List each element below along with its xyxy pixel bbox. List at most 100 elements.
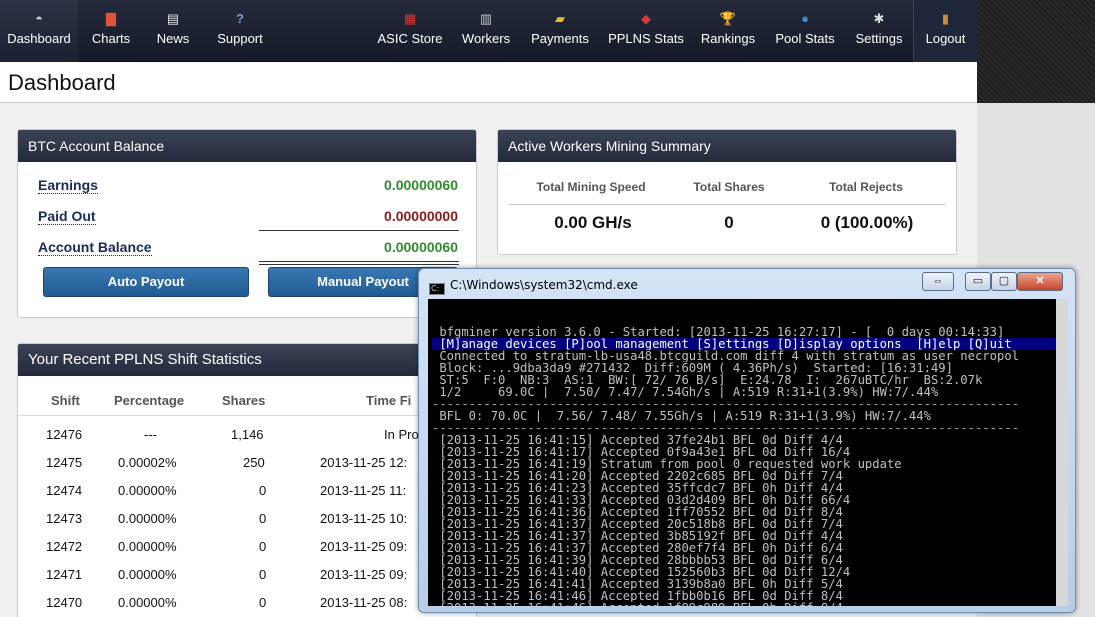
- total-rejects-header: Total Rejects: [829, 180, 903, 194]
- workers-summary-panel: Active Workers Mining Summary Total Mini…: [497, 129, 957, 255]
- nav-pplns-stats-label: PPLNS Stats: [608, 31, 684, 46]
- terminal-line: [2013-11-25 16:41:33] Accepted 03d2d409 …: [432, 494, 851, 506]
- terminal-line: [M]anage devices [P]ool management [S]et…: [432, 338, 1068, 350]
- account-balance-value: 0.00000060: [384, 239, 458, 255]
- time-cell: 2013-11-25 10:: [320, 511, 408, 526]
- summary-divider: [508, 204, 946, 205]
- nav-pool-stats[interactable]: ● Pool Stats: [768, 0, 842, 62]
- time-cell: 2013-11-25 09:: [320, 539, 408, 554]
- terminal-line: [2013-11-25 16:41:20] Accepted 2202c685 …: [432, 470, 843, 482]
- account-balance-row: Account Balance 0.00000060: [38, 235, 458, 259]
- shares-cell: 0: [259, 567, 267, 582]
- cmd-window-title-text: C:\Windows\system32\cmd.exe: [450, 278, 638, 292]
- terminal-line: [2013-11-25 16:41:23] Accepted 35ffcdc7 …: [432, 482, 843, 494]
- nav-rankings[interactable]: 🏆 Rankings: [695, 0, 761, 62]
- shift-cell: 12470: [46, 595, 83, 610]
- payments-icon: ▰: [555, 11, 565, 26]
- globe-icon: ●: [801, 11, 809, 26]
- terminal-line: [2013-11-25 16:41:41] Accepted 3139b8a0 …: [432, 578, 843, 590]
- shares-cell: 0: [259, 539, 267, 554]
- nav-payments-label: Payments: [531, 31, 589, 46]
- dashboard-icon: ◓: [35, 11, 43, 26]
- terminal-line: [2013-11-25 16:41:39] Accepted 28bbbb53 …: [432, 554, 843, 566]
- page-header: Dashboard: [0, 62, 977, 103]
- nav-settings[interactable]: ✱ Settings: [848, 0, 910, 62]
- support-icon: ?: [236, 11, 244, 26]
- nav-asic-store-label: ASIC Store: [377, 31, 443, 46]
- nav-payments[interactable]: ▰ Payments: [525, 0, 595, 62]
- terminal-line: BFL 0: 70.0C | 7.56/ 7.48/ 7.55Gh/s | A:…: [432, 410, 931, 422]
- percentage-cell: 0.00000%: [118, 511, 177, 526]
- workers-summary-title: Active Workers Mining Summary: [498, 130, 956, 162]
- terminal-line: [2013-11-25 16:41:37] Accepted 280ef7f4 …: [432, 542, 843, 554]
- pplns-icon: ◆: [641, 11, 651, 26]
- total-speed-header: Total Mining Speed: [536, 180, 646, 194]
- nav-pool-stats-label: Pool Stats: [775, 31, 835, 46]
- side-pattern: [977, 0, 1095, 103]
- terminal-line: ST:5 F:0 NB:3 AS:1 BW:[ 72/ 76 B/s] E:24…: [432, 374, 983, 386]
- time-cell: 2013-11-25 08:: [320, 595, 408, 610]
- col-shift-header: Shift: [51, 393, 80, 408]
- logout-icon: ▮: [941, 11, 950, 26]
- col-time-header: Time Fi: [366, 393, 412, 408]
- terminal-line: [2013-11-25 16:41:37] Accepted 3b85192f …: [432, 530, 843, 542]
- terminal-line: ----------------------------------------…: [432, 398, 1019, 410]
- nav-news[interactable]: ▤ News: [148, 0, 198, 62]
- shares-cell: 1,146: [231, 427, 264, 442]
- store-icon: ▦: [403, 11, 417, 26]
- nav-asic-store[interactable]: ▦ ASIC Store: [371, 0, 449, 62]
- table-row: 12473 0.00000% 0 2013-11-25 10:: [18, 504, 458, 532]
- nav-dashboard-label: Dashboard: [7, 31, 71, 46]
- account-balance-label[interactable]: Account Balance: [38, 239, 152, 256]
- nav-dashboard[interactable]: ◓ Dashboard: [0, 0, 78, 62]
- trophy-icon: 🏆: [719, 11, 737, 26]
- paid-out-row: Paid Out 0.00000000: [38, 204, 458, 228]
- news-icon: ▤: [166, 11, 180, 26]
- nav-workers[interactable]: ▥ Workers: [456, 0, 516, 62]
- percentage-cell: ---: [144, 427, 157, 442]
- nav-support[interactable]: ? Support: [210, 0, 270, 62]
- table-row: 12474 0.00000% 0 2013-11-25 11:: [18, 476, 458, 504]
- shift-cell: 12476: [46, 427, 83, 442]
- shares-cell: 0: [259, 511, 267, 526]
- terminal-line: [2013-11-25 16:41:46] Accepted 1fbb0b16 …: [432, 590, 843, 602]
- terminal-icon: C:: [429, 283, 445, 295]
- maximize-button[interactable]: ▢: [991, 272, 1017, 291]
- table-row: 12475 0.00002% 250 2013-11-25 12:: [18, 448, 458, 476]
- nav-logout[interactable]: ▮ Logout: [913, 0, 977, 62]
- table-row: 12470 0.00000% 0 2013-11-25 08:: [18, 588, 458, 616]
- nav-support-label: Support: [217, 31, 263, 46]
- table-row: 12471 0.00000% 0 2013-11-25 09:: [18, 560, 458, 588]
- minimize-button[interactable]: ▭: [965, 272, 991, 291]
- shift-cell: 12472: [46, 539, 83, 554]
- terminal-line: [2013-11-25 16:41:15] Accepted 37fe24b1 …: [432, 434, 843, 446]
- percentage-cell: 0.00000%: [118, 567, 177, 582]
- shift-cell: 12471: [46, 567, 83, 582]
- time-cell: 2013-11-25 11:: [320, 483, 407, 498]
- percentage-cell: 0.00002%: [118, 455, 177, 470]
- terminal-output[interactable]: bfgminer version 3.6.0 - Started: [2013-…: [428, 299, 1068, 606]
- terminal-line: [2013-11-25 16:41:19] Stratum from pool …: [432, 458, 902, 470]
- nav-workers-label: Workers: [461, 31, 511, 46]
- nav-charts[interactable]: ▇ Charts: [83, 0, 139, 62]
- percentage-cell: 0.00000%: [118, 539, 177, 554]
- col-shares-header: Shares: [222, 393, 266, 408]
- restore-button[interactable]: ⇔: [922, 272, 954, 291]
- cmd-window[interactable]: C: C:\Windows\system32\cmd.exe ⇔ ▭ ▢ ✕ bf…: [418, 268, 1076, 613]
- earnings-label[interactable]: Earnings: [38, 177, 98, 194]
- table-row: 12476 --- 1,146 In Pro: [18, 420, 458, 448]
- shift-cell: 12474: [46, 483, 83, 498]
- auto-payout-button[interactable]: Auto Payout: [43, 267, 249, 297]
- terminal-scrollbar[interactable]: [1056, 299, 1068, 606]
- cmd-window-title: C: C:\Windows\system32\cmd.exe: [429, 278, 638, 295]
- earnings-row: Earnings 0.00000060: [38, 173, 458, 197]
- shares-cell: 0: [259, 483, 267, 498]
- terminal-line: Connected to stratum-lb-usa48.btcguild.c…: [432, 350, 1019, 362]
- paid-out-label[interactable]: Paid Out: [38, 208, 96, 225]
- nav-pplns-stats[interactable]: ◆ PPLNS Stats: [603, 0, 689, 62]
- page-title: Dashboard: [8, 70, 116, 95]
- top-navbar: ◓ Dashboard ▇ Charts ▤ News ? Support ▦ …: [0, 0, 977, 62]
- time-cell: 2013-11-25 12:: [320, 455, 408, 470]
- balance-divider: [259, 230, 459, 231]
- close-button[interactable]: ✕: [1017, 272, 1063, 291]
